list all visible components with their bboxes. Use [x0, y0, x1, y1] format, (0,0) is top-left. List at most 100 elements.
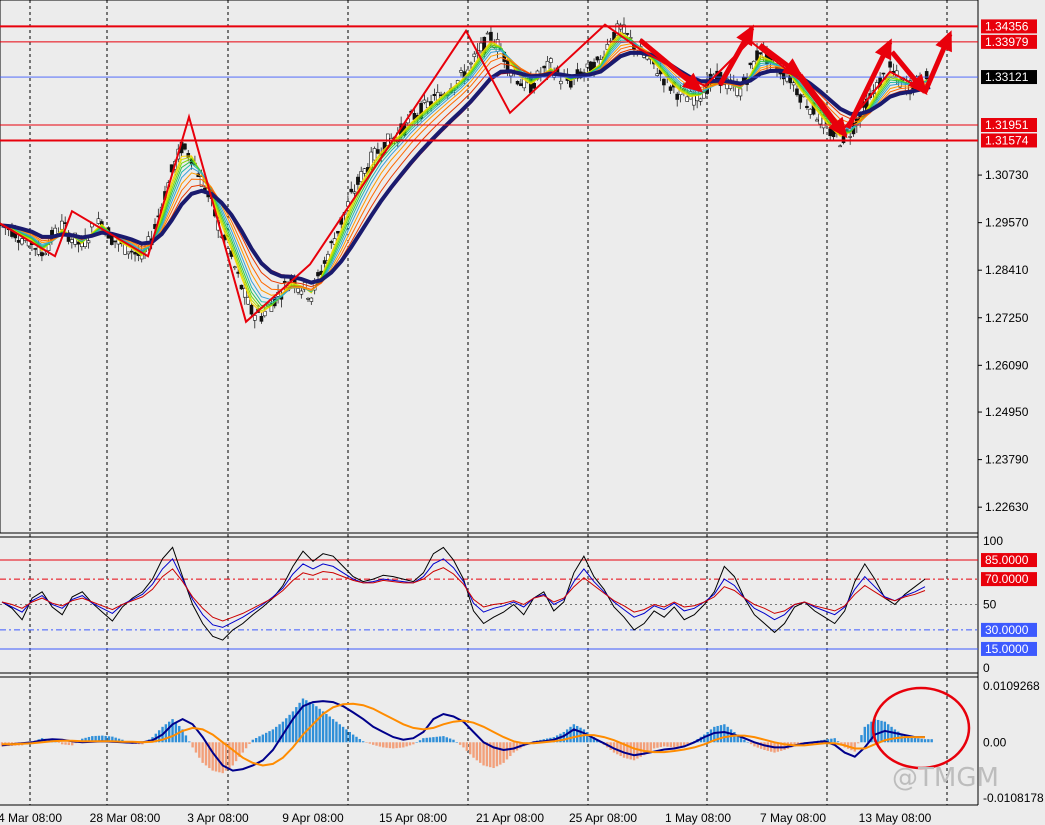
macd-histogram-bar	[64, 742, 67, 745]
candle-body	[505, 59, 510, 72]
macd-histogram-bar	[432, 737, 435, 743]
macd-histogram-bar	[893, 729, 897, 743]
time-axis: 4 Mar 08:00 28 Mar 08:00 3 Apr 08:00 9 Apr …	[0, 811, 932, 825]
macd-histogram-bar	[482, 742, 485, 766]
macd-histogram-bar	[271, 729, 275, 743]
price-tick-label: 1.24950	[985, 405, 1029, 419]
ribbon-ma-line	[1, 33, 931, 312]
macd-histogram-bar	[468, 742, 472, 755]
macd-histogram-bar	[428, 737, 432, 743]
macd-histogram-bar	[348, 731, 351, 743]
price-tick-label: 1.26090	[985, 358, 1029, 372]
candle-body	[53, 227, 58, 236]
time-tick-label: 7 May 08:00	[760, 811, 826, 825]
macd-histogram-bar	[365, 742, 368, 743]
candle-body	[515, 80, 520, 85]
macd-histogram-bar	[168, 721, 171, 743]
candle-body	[356, 176, 360, 185]
macd-histogram-bar	[616, 742, 619, 755]
macd-histogram-bar	[438, 736, 442, 743]
candle-body	[96, 218, 101, 224]
rsi-black-line	[1, 546, 926, 641]
macd-histogram-bar	[318, 708, 321, 743]
candle-body	[109, 235, 114, 245]
candle-body	[43, 252, 48, 256]
macd-histogram-bar	[505, 742, 509, 760]
macd-histogram-bar	[395, 742, 398, 749]
candle-body	[485, 32, 490, 35]
rsi-tick-label: 0	[983, 661, 990, 675]
macd-histogram-bar	[669, 742, 673, 748]
macd-histogram-bar	[448, 738, 452, 743]
rsi-level-label: 70.0000	[985, 572, 1029, 586]
macd-histogram-bar	[291, 711, 295, 743]
candle-body	[40, 252, 44, 257]
macd-histogram-bar	[375, 742, 378, 746]
time-tick-label: 15 Apr 08:00	[379, 811, 447, 825]
candle-body	[532, 83, 536, 89]
macd-histogram-bar	[275, 726, 278, 743]
candle-body	[698, 98, 703, 102]
current-price-label: 1.33121	[985, 70, 1029, 84]
macd-histogram-bar	[502, 742, 505, 763]
price-tick-label: 1.29570	[985, 216, 1029, 230]
candle-body	[299, 290, 304, 295]
macd-histogram-bar	[652, 742, 656, 749]
candle-body	[519, 83, 523, 87]
macd-histogram-bar	[458, 742, 462, 745]
macd-histogram-bar	[565, 729, 569, 743]
price-tick-label: 1.22630	[985, 500, 1029, 514]
candle-body	[685, 96, 689, 102]
candle-body	[16, 240, 21, 243]
candle-body	[758, 52, 763, 55]
candle-body	[329, 241, 334, 244]
macd-histogram-bar	[268, 731, 271, 743]
candle-body	[558, 80, 563, 85]
candle-body	[595, 56, 600, 61]
candle-body	[692, 95, 696, 106]
macd-histogram-bar	[248, 742, 251, 744]
candle-body	[183, 143, 187, 150]
candle-body	[86, 240, 91, 244]
macd-histogram-bar	[923, 739, 927, 743]
forex-chart[interactable]: 1.34356 1.33979 1.319511.31574 1.33121 1.307…	[0, 0, 1045, 825]
macd-histogram-bar	[913, 738, 917, 743]
macd-histogram-bar	[338, 724, 341, 743]
macd-tick-label: -0.0108178	[983, 791, 1044, 805]
candle-body	[422, 99, 427, 103]
price-level-label: 1.31951	[985, 118, 1029, 132]
candle-body	[349, 188, 354, 193]
macd-histogram-bar	[425, 737, 428, 743]
candle-body	[262, 310, 267, 317]
macd-histogram-bar	[405, 742, 408, 747]
macd-histogram-bar	[258, 736, 261, 743]
macd-histogram-bar	[251, 739, 255, 743]
macd-histogram-bar	[676, 742, 679, 747]
macd-histogram-bar	[629, 742, 632, 760]
macd-histogram-bar	[679, 742, 683, 747]
candle-body	[828, 128, 833, 137]
macd-histogram-bar	[198, 742, 201, 758]
candle-body	[542, 65, 546, 69]
candle-body	[432, 93, 437, 97]
candle-body	[63, 222, 67, 224]
macd-histogram-bar	[666, 742, 669, 747]
candle-body	[798, 94, 803, 103]
macd-histogram-bar	[402, 742, 405, 748]
macd-histogram-bar	[569, 726, 572, 743]
vertical-gridlines	[29, 0, 948, 805]
macd-histogram-bar	[345, 729, 348, 743]
macd-histogram-bar	[683, 742, 686, 746]
candle-body	[888, 61, 892, 68]
macd-histogram-bar	[388, 742, 392, 749]
rsi-level-label: 85.0000	[985, 553, 1029, 567]
candle-body	[795, 88, 799, 96]
price-level-label: 1.31574	[985, 133, 1029, 147]
macd-histogram-bar	[315, 706, 318, 743]
macd-histogram-bar	[863, 726, 867, 743]
macd-histogram-bar	[60, 742, 64, 745]
macd-histogram-bar	[241, 742, 244, 753]
macd-histogram-bar	[57, 742, 61, 743]
macd-histogram-bar	[341, 726, 345, 743]
macd-histogram-bar	[71, 742, 74, 746]
